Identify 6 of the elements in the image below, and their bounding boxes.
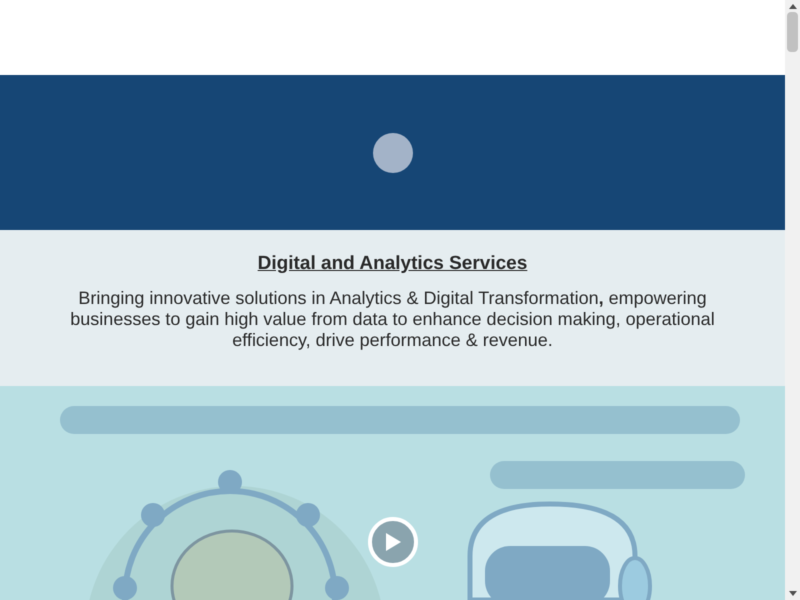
scrollbar-thumb[interactable] xyxy=(787,12,798,52)
section-description: Bringing innovative solutions in Analytics & Digital Transformation, empowering businesses to gain high value from data to enhance decision making, operational efficiency, drive performance & revenue. xyxy=(69,288,716,351)
scrollbar[interactable] xyxy=(785,0,800,600)
scroll-down-icon[interactable] xyxy=(788,591,796,596)
scroll-up-icon[interactable] xyxy=(788,4,796,9)
section-title[interactable]: Digital and Analytics Services xyxy=(258,253,528,275)
